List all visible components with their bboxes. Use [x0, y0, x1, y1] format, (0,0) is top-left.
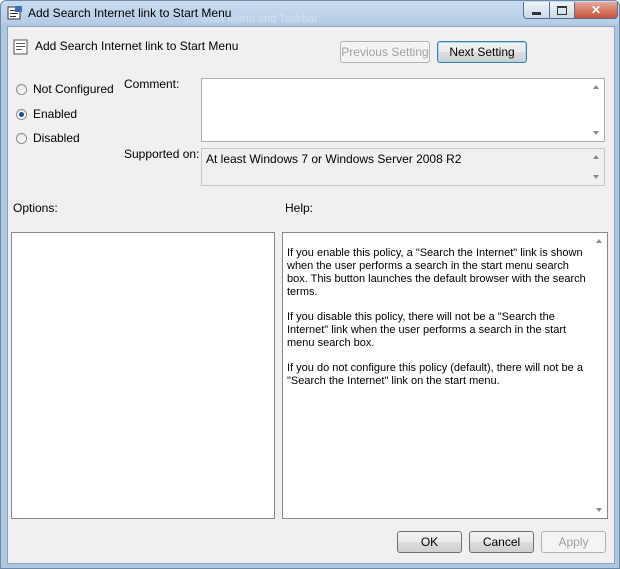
help-label: Help:: [285, 201, 314, 215]
comment-label: Comment:: [124, 77, 180, 91]
minimize-button[interactable]: [523, 2, 550, 19]
ok-button[interactable]: OK: [397, 531, 462, 553]
scroll-down-arrow-icon[interactable]: [596, 508, 602, 512]
help-paragraph: If you disable this policy, there will n…: [287, 311, 567, 349]
scroll-up-arrow-icon[interactable]: [596, 239, 602, 243]
scroll-down-arrow-icon[interactable]: [593, 131, 599, 135]
policy-setting-icon: [7, 5, 23, 21]
help-pane[interactable]: If you enable this policy, a "Search the…: [282, 232, 608, 519]
apply-button[interactable]: Apply: [541, 531, 606, 553]
setting-name: Add Search Internet link to Start Menu: [35, 39, 239, 53]
radio-enabled-label: Enabled: [33, 107, 78, 121]
scroll-up-arrow-icon[interactable]: [593, 155, 599, 159]
radio-disabled-indicator[interactable]: [16, 132, 27, 144]
window-title: Add Search Internet link to Start Menu: [28, 6, 232, 20]
close-button[interactable]: ✕: [574, 2, 618, 19]
previous-setting-button[interactable]: Previous Setting: [340, 41, 430, 63]
radio-not-configured-label: Not Configured: [33, 82, 114, 96]
setting-icon: [13, 39, 29, 55]
comment-scrollbar[interactable]: [588, 79, 604, 141]
minimize-icon: [532, 11, 541, 15]
cancel-button[interactable]: Cancel: [469, 531, 534, 553]
options-pane[interactable]: [11, 232, 275, 519]
close-icon: ✕: [590, 3, 602, 17]
help-paragraph: If you do not configure this policy (def…: [287, 362, 583, 387]
radio-enabled[interactable]: Enabled: [16, 106, 77, 122]
radio-not-configured[interactable]: Not Configured: [16, 81, 114, 97]
radio-disabled-label: Disabled: [33, 131, 80, 145]
policy-window: Start Menu and Taskbar Add Search Intern…: [0, 0, 620, 569]
next-setting-button[interactable]: Next Setting: [437, 41, 527, 63]
supported-on-label: Supported on:: [124, 147, 200, 161]
comment-textbox[interactable]: [201, 78, 605, 142]
options-label: Options:: [13, 201, 58, 215]
help-scrollbar[interactable]: [591, 233, 607, 518]
supported-on-box: At least Windows 7 or Windows Server 200…: [201, 148, 605, 186]
dialog-client-area: Add Search Internet link to Start Menu P…: [7, 26, 615, 564]
radio-disabled[interactable]: Disabled: [16, 130, 80, 146]
supported-on-scrollbar[interactable]: [588, 149, 604, 185]
radio-enabled-indicator[interactable]: [16, 108, 27, 120]
help-paragraph: If you enable this policy, a "Search the…: [287, 247, 586, 298]
maximize-button[interactable]: [549, 2, 575, 19]
help-text: If you enable this policy, a "Search the…: [287, 247, 591, 400]
scroll-up-arrow-icon[interactable]: [593, 85, 599, 89]
scroll-down-arrow-icon[interactable]: [593, 175, 599, 179]
title-bar[interactable]: Start Menu and Taskbar Add Search Intern…: [1, 1, 619, 25]
radio-not-configured-indicator[interactable]: [16, 83, 27, 95]
supported-on-value: At least Windows 7 or Windows Server 200…: [206, 152, 462, 166]
maximize-icon: [557, 5, 567, 15]
